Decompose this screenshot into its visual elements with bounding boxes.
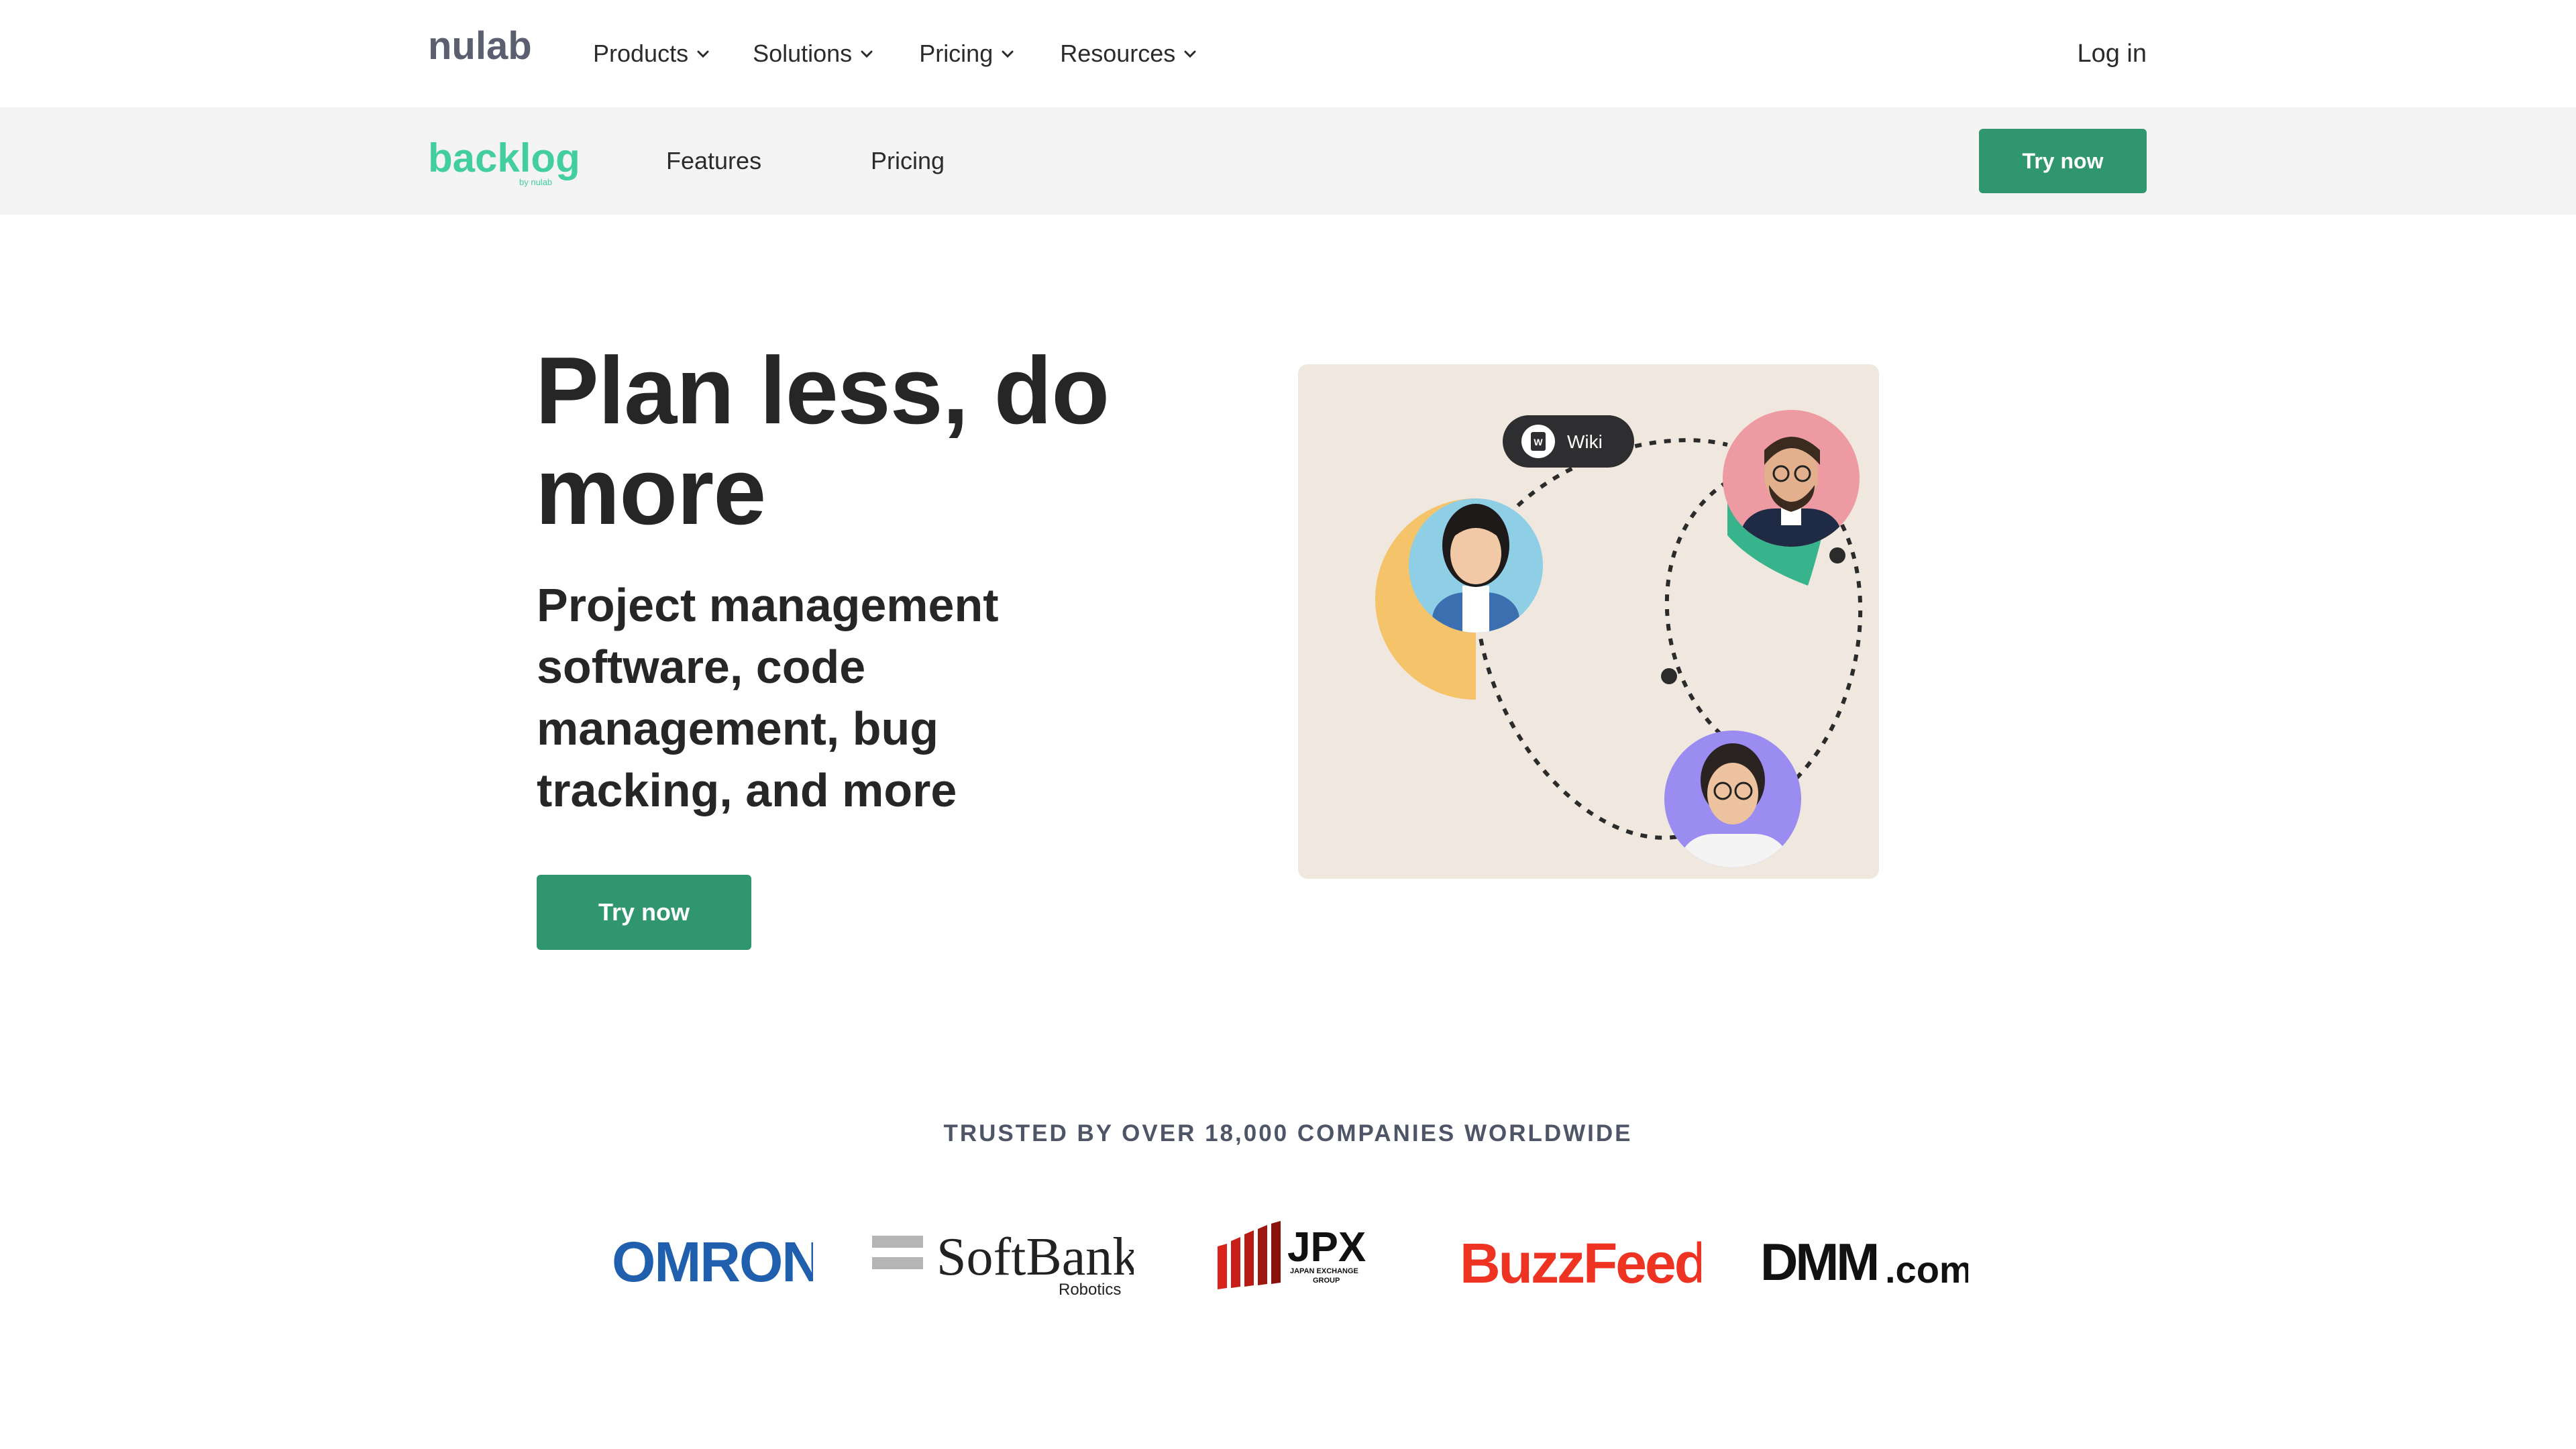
try-now-button-nav[interactable]: Try now bbox=[1979, 129, 2147, 193]
path-node bbox=[1661, 668, 1677, 684]
product-nav: backlog by nulab Features Pricing Try no… bbox=[0, 107, 2576, 215]
wiki-chip: W Wiki bbox=[1503, 415, 1634, 468]
global-nav: nulab Products Solutions Pricing Resourc… bbox=[0, 0, 2576, 107]
nav-item-products[interactable]: Products bbox=[593, 34, 711, 74]
buzzfeed-logo-text: BuzzFeed bbox=[1460, 1232, 1701, 1295]
wiki-chip-label: Wiki bbox=[1567, 431, 1603, 452]
customer-logos: OMRON SoftBank Robotics JPX JAPAN EXCHAN… bbox=[0, 1221, 2576, 1301]
hero-illustration: W Wiki bbox=[1298, 364, 1879, 879]
nav-item-label: Products bbox=[593, 40, 689, 67]
hero-title: Plan less, do more bbox=[535, 337, 1110, 545]
global-nav-menu: Products Solutions Pricing Resources bbox=[593, 34, 1198, 74]
subnav-pricing-link[interactable]: Pricing bbox=[871, 141, 945, 181]
jpx-logo-subtext: JAPAN EXCHANGE bbox=[1290, 1267, 1358, 1275]
backlog-logo-text: backlog bbox=[428, 137, 580, 180]
nulab-logo[interactable]: nulab bbox=[428, 28, 545, 68]
jpx-logo: JPX JAPAN EXCHANGE GROUP bbox=[1218, 1221, 1366, 1289]
subnav-features-link[interactable]: Features bbox=[666, 141, 761, 181]
path-node bbox=[1829, 547, 1845, 564]
softbank-logo-subtext: Robotics bbox=[1059, 1281, 1121, 1299]
nav-item-label: Solutions bbox=[753, 40, 853, 67]
collaboration-graphic: W Wiki bbox=[1375, 410, 1863, 867]
chevron-down-icon bbox=[861, 50, 873, 58]
chevron-down-icon bbox=[1002, 50, 1014, 58]
dmm-logo-suffix: .com bbox=[1885, 1248, 1968, 1291]
omron-logo: OMRON bbox=[612, 1230, 813, 1293]
jpx-logo-subtext-2: GROUP bbox=[1313, 1277, 1340, 1285]
backlog-logo[interactable]: backlog by nulab bbox=[428, 137, 580, 188]
nav-item-label: Resources bbox=[1060, 40, 1176, 67]
dmm-logo: DMM .com bbox=[1760, 1232, 1968, 1291]
nulab-logo-text: nulab bbox=[428, 28, 532, 68]
hero-subtitle: Project management software, code manage… bbox=[537, 579, 999, 816]
jpx-logo-text: JPX bbox=[1287, 1224, 1366, 1271]
chevron-down-icon bbox=[1184, 50, 1196, 58]
chevron-down-icon bbox=[697, 50, 709, 58]
softbank-robotics-logo: SoftBank Robotics bbox=[872, 1228, 1134, 1299]
backlog-byline: by nulab bbox=[519, 177, 552, 187]
dmm-logo-text: DMM bbox=[1760, 1232, 1877, 1291]
avatar bbox=[1664, 731, 1801, 867]
login-link[interactable]: Log in bbox=[2077, 34, 2147, 74]
trusted-heading: TRUSTED BY OVER 18,000 COMPANIES WORLDWI… bbox=[943, 1120, 1633, 1146]
buzzfeed-logo: BuzzFeed bbox=[1460, 1232, 1701, 1295]
try-now-button-hero[interactable]: Try now bbox=[537, 875, 751, 950]
dashed-path bbox=[1664, 480, 1729, 742]
nav-item-label: Pricing bbox=[919, 40, 994, 67]
omron-logo-text: OMRON bbox=[612, 1230, 813, 1293]
nav-item-solutions[interactable]: Solutions bbox=[753, 34, 875, 74]
wiki-icon-letter: W bbox=[1534, 437, 1543, 447]
nav-item-pricing[interactable]: Pricing bbox=[919, 34, 1016, 74]
nav-item-resources[interactable]: Resources bbox=[1060, 34, 1198, 74]
softbank-logo-text: SoftBank bbox=[936, 1228, 1134, 1287]
